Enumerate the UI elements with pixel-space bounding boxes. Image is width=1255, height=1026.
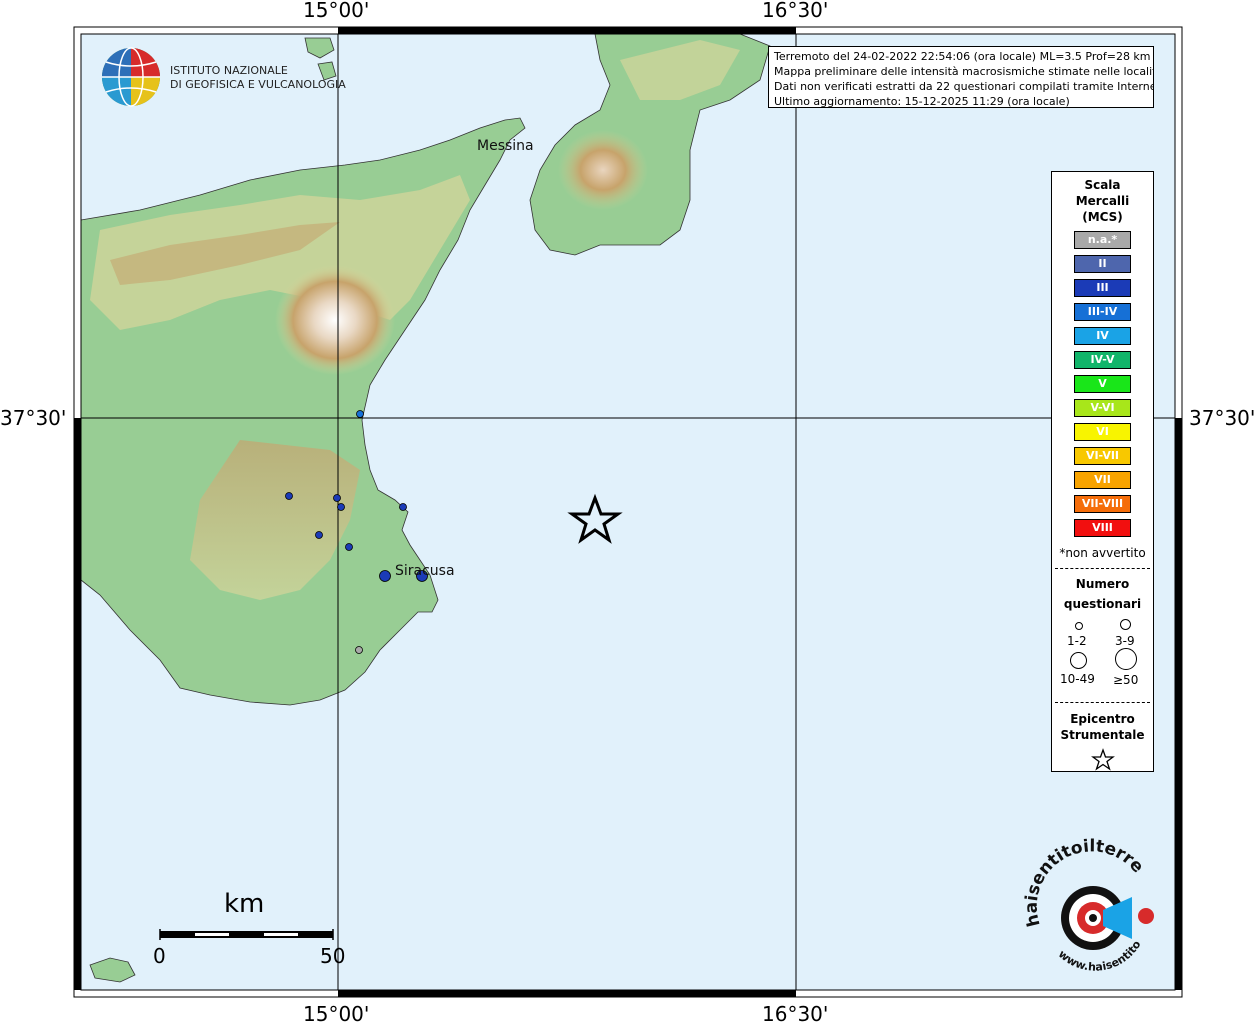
lat-label-left: 37°30' <box>0 406 67 430</box>
legend-swatch-ii: II <box>1074 255 1131 273</box>
obs-7[interactable] <box>345 543 353 551</box>
legend-swatch-iii-iv: III-IV <box>1074 303 1131 321</box>
count-circle-50 <box>1115 648 1137 670</box>
legend-panel: Scala Mercalli (MCS) n.a.* II III III-IV IV I… <box>1051 171 1154 772</box>
obs-4[interactable] <box>337 503 345 511</box>
legend-swatch-vii: VII <box>1074 471 1131 489</box>
event-info-line-3: Dati non verificati estratti da 22 quest… <box>774 80 1154 93</box>
scale-label-start: 0 <box>153 944 166 968</box>
obs-1[interactable] <box>356 410 364 418</box>
ingv-line-2: DI GEOFISICA E VULCANOLOGIA <box>170 78 346 91</box>
place-label-messina: Messina <box>477 138 534 154</box>
lon-label-bottom-left: 15°00' <box>303 1002 370 1026</box>
legend-swatch-vi: VI <box>1074 423 1131 441</box>
legend-separator-1 <box>1055 568 1150 569</box>
obs-3[interactable] <box>333 494 341 502</box>
legend-epicenter-line-2: Strumentale <box>1060 728 1145 742</box>
legend-title-line-2: Mercalli <box>1075 194 1130 208</box>
legend-count-title-line-1: Numero <box>1075 577 1130 591</box>
count-circle-3-9 <box>1120 619 1131 630</box>
legend-swatch-vii-viii: VII-VIII <box>1074 495 1131 513</box>
legend-epicenter-line-1: Epicentro <box>1070 712 1135 726</box>
lat-label-right: 37°30' <box>1189 406 1255 430</box>
count-circle-10-49 <box>1070 652 1087 669</box>
legend-separator-2 <box>1055 702 1150 703</box>
aspromonte <box>558 130 648 210</box>
place-label-siracusa: Siracusa <box>395 563 455 579</box>
legend-epicenter-title: Epicentro Strumentale <box>1052 711 1153 743</box>
count-label-1-2: 1-2 <box>1067 634 1087 648</box>
lon-label-top-right: 16°30' <box>762 0 829 22</box>
scale-title: km <box>224 889 265 919</box>
obs-6[interactable] <box>315 531 323 539</box>
obs-2[interactable] <box>285 492 293 500</box>
legend-swatch-iv: IV <box>1074 327 1131 345</box>
event-info-line-2: Mappa preliminare delle intensità macros… <box>774 65 1154 78</box>
scale-label-end: 50 <box>320 944 346 968</box>
legend-swatch-v-vi: V-VI <box>1074 399 1131 417</box>
legend-title-line-1: Scala <box>1084 178 1121 192</box>
count-label-10-49: 10-49 <box>1060 672 1095 686</box>
legend-swatch-iii: III <box>1074 279 1131 297</box>
event-info-box: Terremoto del 24-02-2022 22:54:06 (ora l… <box>768 46 1154 108</box>
ingv-logo <box>102 47 160 107</box>
obs-siracusa-1[interactable] <box>379 570 391 582</box>
legend-swatch-viii: VIII <box>1074 519 1131 537</box>
legend-title: Scala Mercalli (MCS) <box>1052 177 1153 225</box>
lon-label-bottom-right: 16°30' <box>762 1002 829 1026</box>
lon-label-top-left: 15°00' <box>303 0 370 22</box>
legend-swatch-v: V <box>1074 375 1131 393</box>
legend-count-title: Numero questionari <box>1052 574 1153 614</box>
legend-note: *non avvertito <box>1059 546 1146 560</box>
ingv-line-1: ISTITUTO NAZIONALE <box>170 64 288 77</box>
count-label-3-9: 3-9 <box>1115 634 1135 648</box>
legend-swatch-iv-v: IV-V <box>1074 351 1131 369</box>
legend-swatch-vi-vii: VI-VII <box>1074 447 1131 465</box>
legend-epicenter-star-icon <box>1090 748 1115 771</box>
legend-count-sizes: 1-2 3-9 10-49 ≥50 <box>1052 614 1153 694</box>
etna-volcano <box>275 265 395 375</box>
count-label-50: ≥50 <box>1113 673 1139 687</box>
ingv-logo-text: ISTITUTO NAZIONALE DI GEOFISICA E VULCAN… <box>170 64 346 92</box>
legend-swatch-n-a-: n.a.* <box>1074 231 1131 249</box>
event-info-line-1: Terremoto del 24-02-2022 22:54:06 (ora l… <box>774 50 1151 63</box>
legend-swatches: n.a.* II III III-IV IV IV-V V V-VI VI VI-VII VII VI… <box>1052 231 1153 537</box>
count-circle-1-2 <box>1075 622 1083 630</box>
legend-count-title-line-2: questionari <box>1063 597 1142 611</box>
legend-title-line-3: (MCS) <box>1082 210 1123 224</box>
obs-na[interactable] <box>355 646 363 654</box>
obs-5[interactable] <box>399 503 407 511</box>
event-info-line-4: Ultimo aggiornamento: 15-12-2025 11:29 (… <box>774 95 1070 108</box>
